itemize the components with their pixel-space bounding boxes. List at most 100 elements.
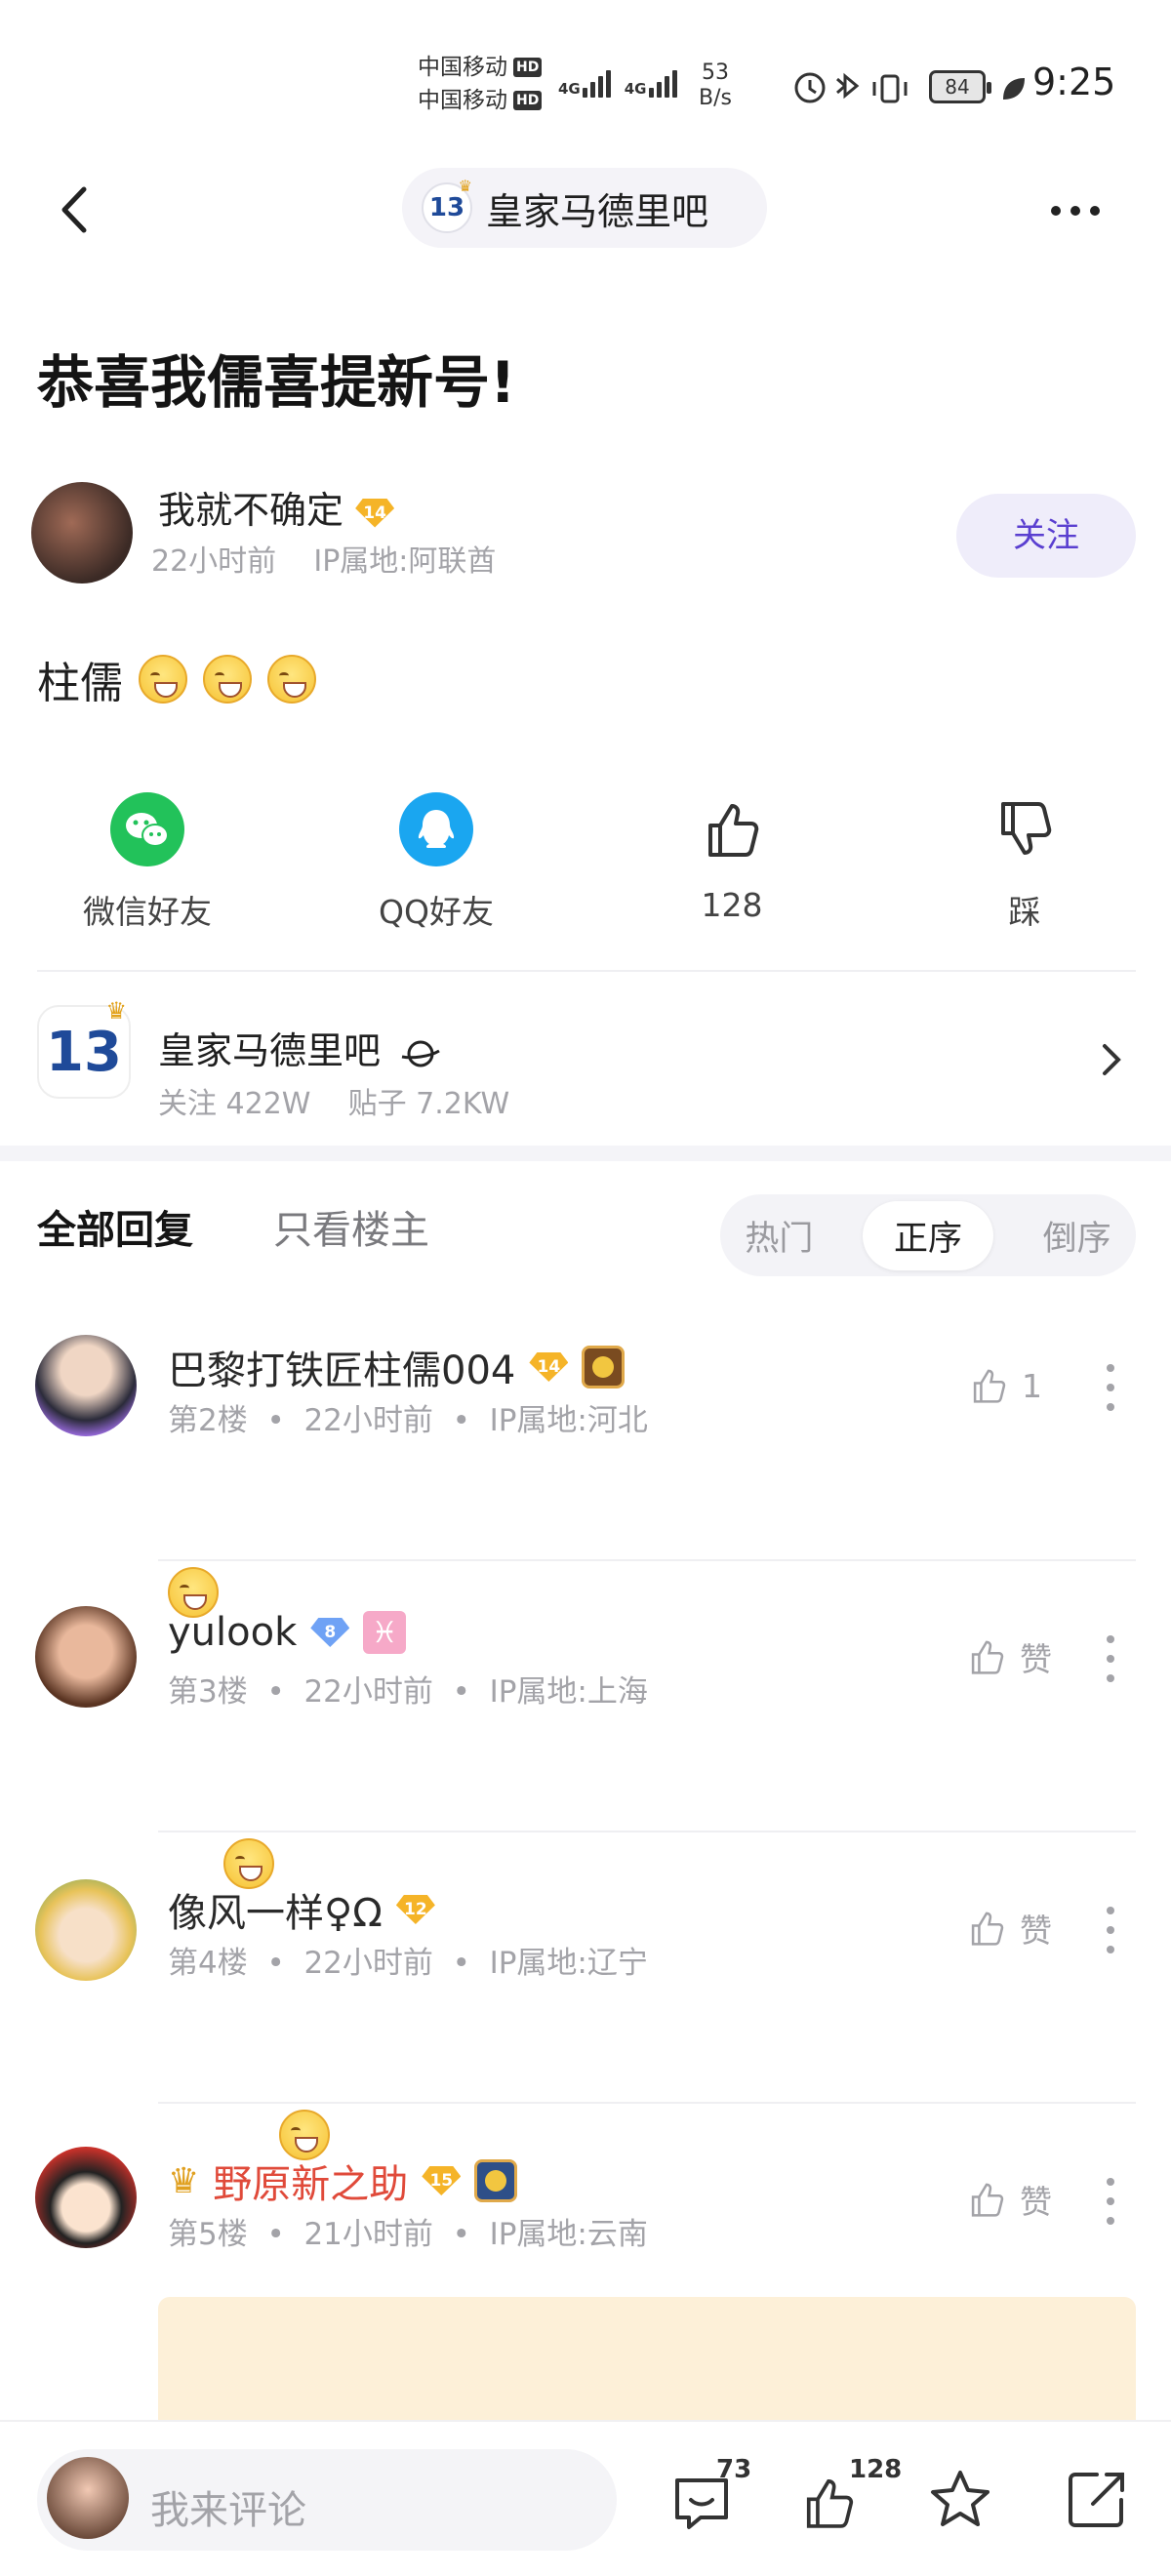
thumbs-up-icon bbox=[971, 2183, 1004, 2217]
author-name-row[interactable]: 我就不确定 14 bbox=[158, 480, 395, 534]
commenter-name-row[interactable]: 巴黎打铁匠柱儒004 14 bbox=[168, 1339, 626, 1395]
comment-ip: IP属地:河北 bbox=[489, 1403, 648, 1438]
comment-like-count: 1 bbox=[1022, 1366, 1042, 1405]
hd-badge: HD bbox=[513, 91, 543, 110]
forum-logo: ♛ 13 bbox=[422, 177, 472, 233]
author-name: 我就不确定 bbox=[158, 489, 344, 532]
commenter-name-row[interactable]: 像风一样♀Ω 12 bbox=[168, 1881, 435, 1938]
more-vertical-icon[interactable] bbox=[1101, 1358, 1120, 1417]
more-vertical-icon[interactable] bbox=[1101, 2172, 1120, 2231]
forum-card-badge: 13 bbox=[46, 1020, 122, 1084]
follow-button[interactable]: 关注 bbox=[956, 494, 1136, 578]
comment-ip: IP属地:上海 bbox=[489, 1674, 648, 1710]
laugh-emoji-icon bbox=[203, 655, 252, 704]
carrier-1: 中国移动 bbox=[418, 55, 507, 80]
sort-desc[interactable]: 倒序 bbox=[1043, 1211, 1111, 1261]
laugh-emoji-icon bbox=[139, 655, 187, 704]
share-wechat-button[interactable]: 微信好友 bbox=[74, 792, 221, 933]
like-button[interactable]: 128 bbox=[654, 792, 810, 924]
share-qq-label: QQ好友 bbox=[379, 893, 494, 931]
pisces-icon: ♓ bbox=[363, 1611, 407, 1654]
status-bar: 中国移动 HD 中国移动 HD 4G 4G 53 B/s 84 9:25 bbox=[0, 0, 1171, 166]
like-count: 128 bbox=[701, 886, 763, 924]
comment-like-label: 赞 bbox=[1020, 2183, 1052, 2221]
more-vertical-icon[interactable] bbox=[1101, 1901, 1120, 1959]
crown-icon: ♛ bbox=[458, 177, 472, 195]
floor-number: 第3楼 bbox=[168, 1674, 248, 1710]
share-qq-button[interactable]: QQ好友 bbox=[363, 792, 509, 933]
level-badge: 14 bbox=[355, 498, 395, 528]
comment-meta: 第2楼 • 22小时前 • IP属地:河北 bbox=[168, 1403, 648, 1438]
dislike-button[interactable]: 踩 bbox=[947, 792, 1103, 933]
comment-meta: 第4楼 • 22小时前 • IP属地:辽宁 bbox=[168, 1946, 648, 1981]
speed-value: 53 bbox=[701, 60, 729, 85]
commenter-name: 像风一样♀Ω bbox=[168, 1891, 383, 1936]
forum-card-stats: 关注 422W 贴子 7.2KW bbox=[158, 1079, 509, 1122]
commenter-avatar[interactable] bbox=[35, 1606, 137, 1708]
battery-icon: 84 bbox=[929, 70, 991, 103]
more-icon[interactable] bbox=[1046, 191, 1105, 230]
commenter-name: yulook bbox=[168, 1610, 298, 1655]
floor-number: 第5楼 bbox=[168, 2217, 248, 2252]
post-ip: IP属地:阿联酋 bbox=[313, 544, 497, 579]
hd-badge: HD bbox=[513, 58, 543, 77]
thumbs-up-icon bbox=[973, 1369, 1006, 1403]
planet-icon bbox=[401, 1040, 440, 1067]
thumbs-down-icon bbox=[1001, 802, 1052, 855]
comment-meta: 第5楼 • 21小时前 • IP属地:云南 bbox=[168, 2217, 648, 2252]
forum-card-name-row: 皇家马德里吧 bbox=[158, 1021, 443, 1074]
level-badge: 14 bbox=[529, 1352, 569, 1382]
leaf-icon bbox=[1003, 78, 1025, 100]
commenter-name-row[interactable]: ♛ 野原新之助 15 bbox=[168, 2153, 518, 2209]
comments-button[interactable]: 73 bbox=[667, 2455, 751, 2539]
tab-all-replies[interactable]: 全部回复 bbox=[37, 1198, 193, 1255]
thumbs-up-icon bbox=[971, 1640, 1004, 1674]
comment-count: 73 bbox=[716, 2455, 752, 2484]
comment-like-label: 赞 bbox=[1020, 1912, 1052, 1950]
post-text: 柱儒 bbox=[37, 659, 123, 708]
more-vertical-icon[interactable] bbox=[1101, 1630, 1120, 1688]
qq-icon bbox=[399, 792, 473, 866]
comment-like-button[interactable]: 赞 bbox=[963, 1633, 1052, 1680]
floor-number: 第4楼 bbox=[168, 1946, 248, 1981]
crown-icon: ♛ bbox=[168, 2160, 200, 2201]
thumbs-up-icon bbox=[971, 1912, 1004, 1946]
back-icon[interactable] bbox=[49, 176, 107, 244]
commenter-avatar[interactable] bbox=[35, 1879, 137, 1981]
comment-like-button[interactable]: 赞 bbox=[963, 1905, 1052, 1952]
share-wechat-label: 微信好友 bbox=[83, 893, 212, 931]
comment-like-button[interactable]: 1 bbox=[965, 1362, 1042, 1409]
section-separator bbox=[0, 1146, 1171, 1161]
clock: 9:25 bbox=[1032, 60, 1116, 103]
medal-icon bbox=[474, 2159, 518, 2202]
my-avatar bbox=[47, 2457, 129, 2539]
comment-meta: 第3楼 • 22小时前 • IP属地:上海 bbox=[168, 1674, 648, 1710]
commenter-name-row[interactable]: yulook 8 ♓ bbox=[168, 1610, 407, 1655]
signal-icon: 4G bbox=[558, 66, 611, 98]
bottom-like-button[interactable]: 128 bbox=[794, 2455, 902, 2539]
comment-time: 22小时前 bbox=[303, 1946, 433, 1981]
level-badge: 12 bbox=[395, 1895, 435, 1924]
forum-pill[interactable]: ♛ 13 皇家马德里吧 bbox=[402, 168, 767, 248]
star-icon[interactable] bbox=[921, 2461, 999, 2539]
comment-time: 21小时前 bbox=[303, 2217, 433, 2252]
share-icon[interactable] bbox=[1058, 2461, 1136, 2539]
comment-time: 22小时前 bbox=[303, 1403, 433, 1438]
divider bbox=[158, 1831, 1136, 1832]
speed-unit: B/s bbox=[699, 86, 732, 110]
level-badge: 8 bbox=[310, 1618, 350, 1647]
post-content: 柱儒 bbox=[37, 648, 316, 710]
system-icons bbox=[794, 72, 908, 103]
comment-like-button[interactable]: 赞 bbox=[963, 2176, 1052, 2223]
divider bbox=[158, 1559, 1136, 1561]
comment-like-label: 赞 bbox=[1020, 1640, 1052, 1678]
author-avatar[interactable] bbox=[31, 482, 133, 584]
level-badge: 15 bbox=[422, 2166, 462, 2195]
tab-op-only[interactable]: 只看楼主 bbox=[273, 1198, 429, 1255]
crown-icon: ♛ bbox=[105, 997, 127, 1025]
sort-asc[interactable]: 正序 bbox=[862, 1200, 993, 1270]
commenter-avatar[interactable] bbox=[35, 1335, 137, 1436]
forum-followers: 关注 422W bbox=[158, 1087, 311, 1121]
sort-hot[interactable]: 热门 bbox=[745, 1211, 813, 1261]
commenter-avatar[interactable] bbox=[35, 2147, 137, 2248]
